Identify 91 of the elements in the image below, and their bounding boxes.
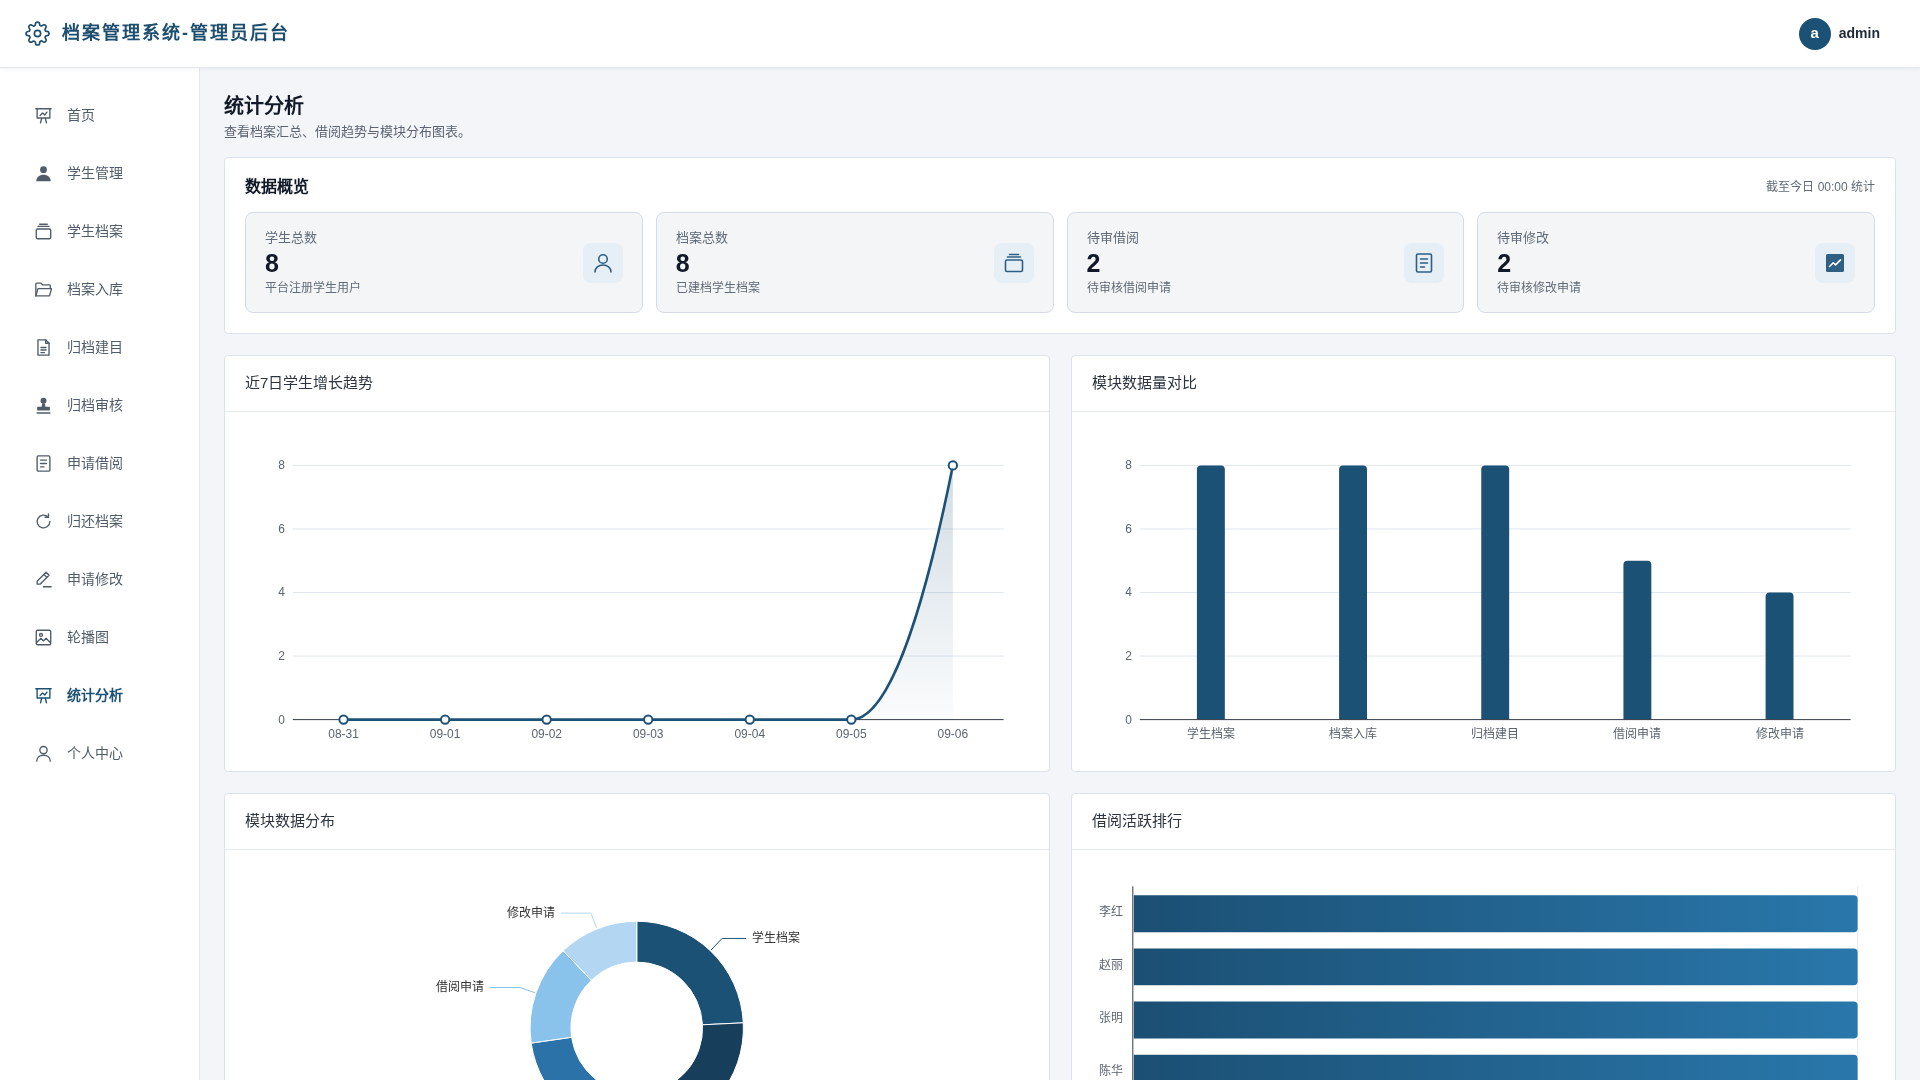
x-tick-label: 档案入库: [1328, 726, 1377, 741]
y-tick-label: 6: [278, 521, 285, 536]
section-title: 数据概览: [245, 176, 309, 197]
user-icon: [35, 744, 52, 762]
data-point: [846, 714, 857, 725]
slice-label: 学生档案: [751, 931, 800, 946]
document-icon: [35, 454, 52, 472]
sidebar-item[interactable]: 统计分析: [0, 666, 199, 724]
stat-label: 档案总数: [675, 228, 729, 247]
data-point: [643, 714, 654, 725]
x-tick-label: 09-02: [531, 726, 562, 741]
slice-label: 修改申请: [506, 906, 555, 921]
data-point: [744, 714, 755, 725]
stat-label: 学生总数: [265, 228, 318, 247]
settings-icon: [25, 21, 50, 46]
card-title: 模块数据量对比: [1071, 356, 1895, 412]
pencil-icon: [35, 570, 52, 588]
y-tick-label: 0: [1124, 712, 1132, 727]
card-title: 近7日学生增长趋势: [225, 356, 1049, 412]
card-title: 模块数据分布: [225, 794, 1049, 850]
page-title: 统计分析: [224, 94, 305, 118]
user-icon: [582, 242, 623, 283]
stat-value: 2: [1086, 247, 1102, 279]
y-tick-label: 4: [1124, 585, 1132, 600]
stat-caption: 平台注册学生用户: [265, 279, 361, 297]
sidebar-item[interactable]: 申请借阅: [0, 434, 199, 492]
y-tick-label: 8: [278, 458, 285, 473]
tray-stack-icon: [993, 242, 1034, 283]
data-point: [338, 714, 349, 725]
card-title: 借阅活跃排行: [1071, 794, 1895, 850]
data-point: [439, 714, 451, 725]
y-tick-label: 2: [278, 649, 285, 664]
sidebar-item[interactable]: 归档审核: [0, 376, 199, 434]
leader-line: [710, 937, 747, 951]
stamp-icon: [35, 396, 52, 414]
stat-caption: 待审核修改申请: [1497, 279, 1582, 297]
presentation-board-icon: [35, 106, 52, 124]
y-tick-label: 8: [1124, 458, 1132, 473]
sidebar-item[interactable]: 档案入库: [0, 260, 199, 318]
tray-stack-icon: [35, 222, 52, 240]
x-tick-label: 09-06: [937, 726, 969, 741]
app-title: 档案管理系统-管理员后台: [62, 22, 290, 45]
data-point: [947, 460, 959, 471]
sidebar-item[interactable]: 学生管理: [0, 144, 199, 202]
sidebar-item[interactable]: 归档建目: [0, 318, 199, 376]
leader-line: [489, 987, 536, 994]
line-chart-icon: [1815, 242, 1855, 283]
x-tick-label: 09-01: [429, 726, 461, 741]
document-icon: [35, 338, 52, 356]
page-subtitle: 查看档案汇总、借阅趋势与模块分布图表。: [224, 123, 472, 141]
sidebar-item[interactable]: 申请修改: [0, 550, 199, 608]
x-tick-label: 09-05: [836, 726, 867, 741]
y-tick-label: 6: [1124, 521, 1132, 536]
y-tick-label: 赵丽: [1098, 957, 1123, 972]
sidebar-item[interactable]: 个人中心: [0, 724, 199, 782]
y-tick-label: 2: [1124, 649, 1132, 664]
refresh-icon: [35, 512, 52, 530]
image-icon: [35, 628, 52, 646]
folder-icon: [35, 280, 52, 298]
x-tick-label: 借阅申请: [1612, 726, 1661, 741]
user-name: admin: [1838, 24, 1880, 43]
x-tick-label: 修改申请: [1755, 726, 1804, 741]
x-tick-label: 学生档案: [1186, 726, 1235, 741]
sidebar-item[interactable]: 归还档案: [0, 492, 199, 550]
data-point: [541, 714, 552, 725]
leader-line: [560, 912, 598, 929]
presentation-board-icon: [35, 686, 52, 704]
avatar: a: [1798, 17, 1831, 50]
y-tick-label: 张明: [1098, 1011, 1123, 1026]
y-tick-label: 陈华: [1098, 1064, 1123, 1079]
stat-caption: 待审核借阅申请: [1086, 279, 1171, 297]
document-icon: [1404, 242, 1445, 283]
sidebar-item[interactable]: 学生档案: [0, 202, 199, 260]
sidebar-item[interactable]: 首页: [0, 86, 199, 144]
stat-value: 8: [265, 247, 280, 279]
sidebar-item[interactable]: 轮播图: [0, 608, 199, 666]
stat-caption: 已建档学生档案: [675, 279, 760, 297]
y-tick-label: 0: [278, 712, 285, 727]
stat-value: 2: [1497, 247, 1513, 279]
x-tick-label: 09-04: [734, 726, 766, 741]
slice-label: 借阅申请: [436, 980, 485, 995]
x-tick-label: 归档建目: [1470, 726, 1519, 741]
stat-label: 待审修改: [1497, 228, 1551, 247]
stats-note: 截至今日 00:00 统计: [1766, 179, 1875, 196]
x-tick-label: 08-31: [328, 726, 359, 741]
stat-label: 待审借阅: [1086, 228, 1140, 247]
person-icon: [35, 164, 52, 182]
y-tick-label: 4: [278, 585, 285, 600]
y-tick-label: 李红: [1098, 904, 1123, 919]
stat-value: 8: [675, 247, 691, 279]
x-tick-label: 09-03: [632, 726, 664, 741]
